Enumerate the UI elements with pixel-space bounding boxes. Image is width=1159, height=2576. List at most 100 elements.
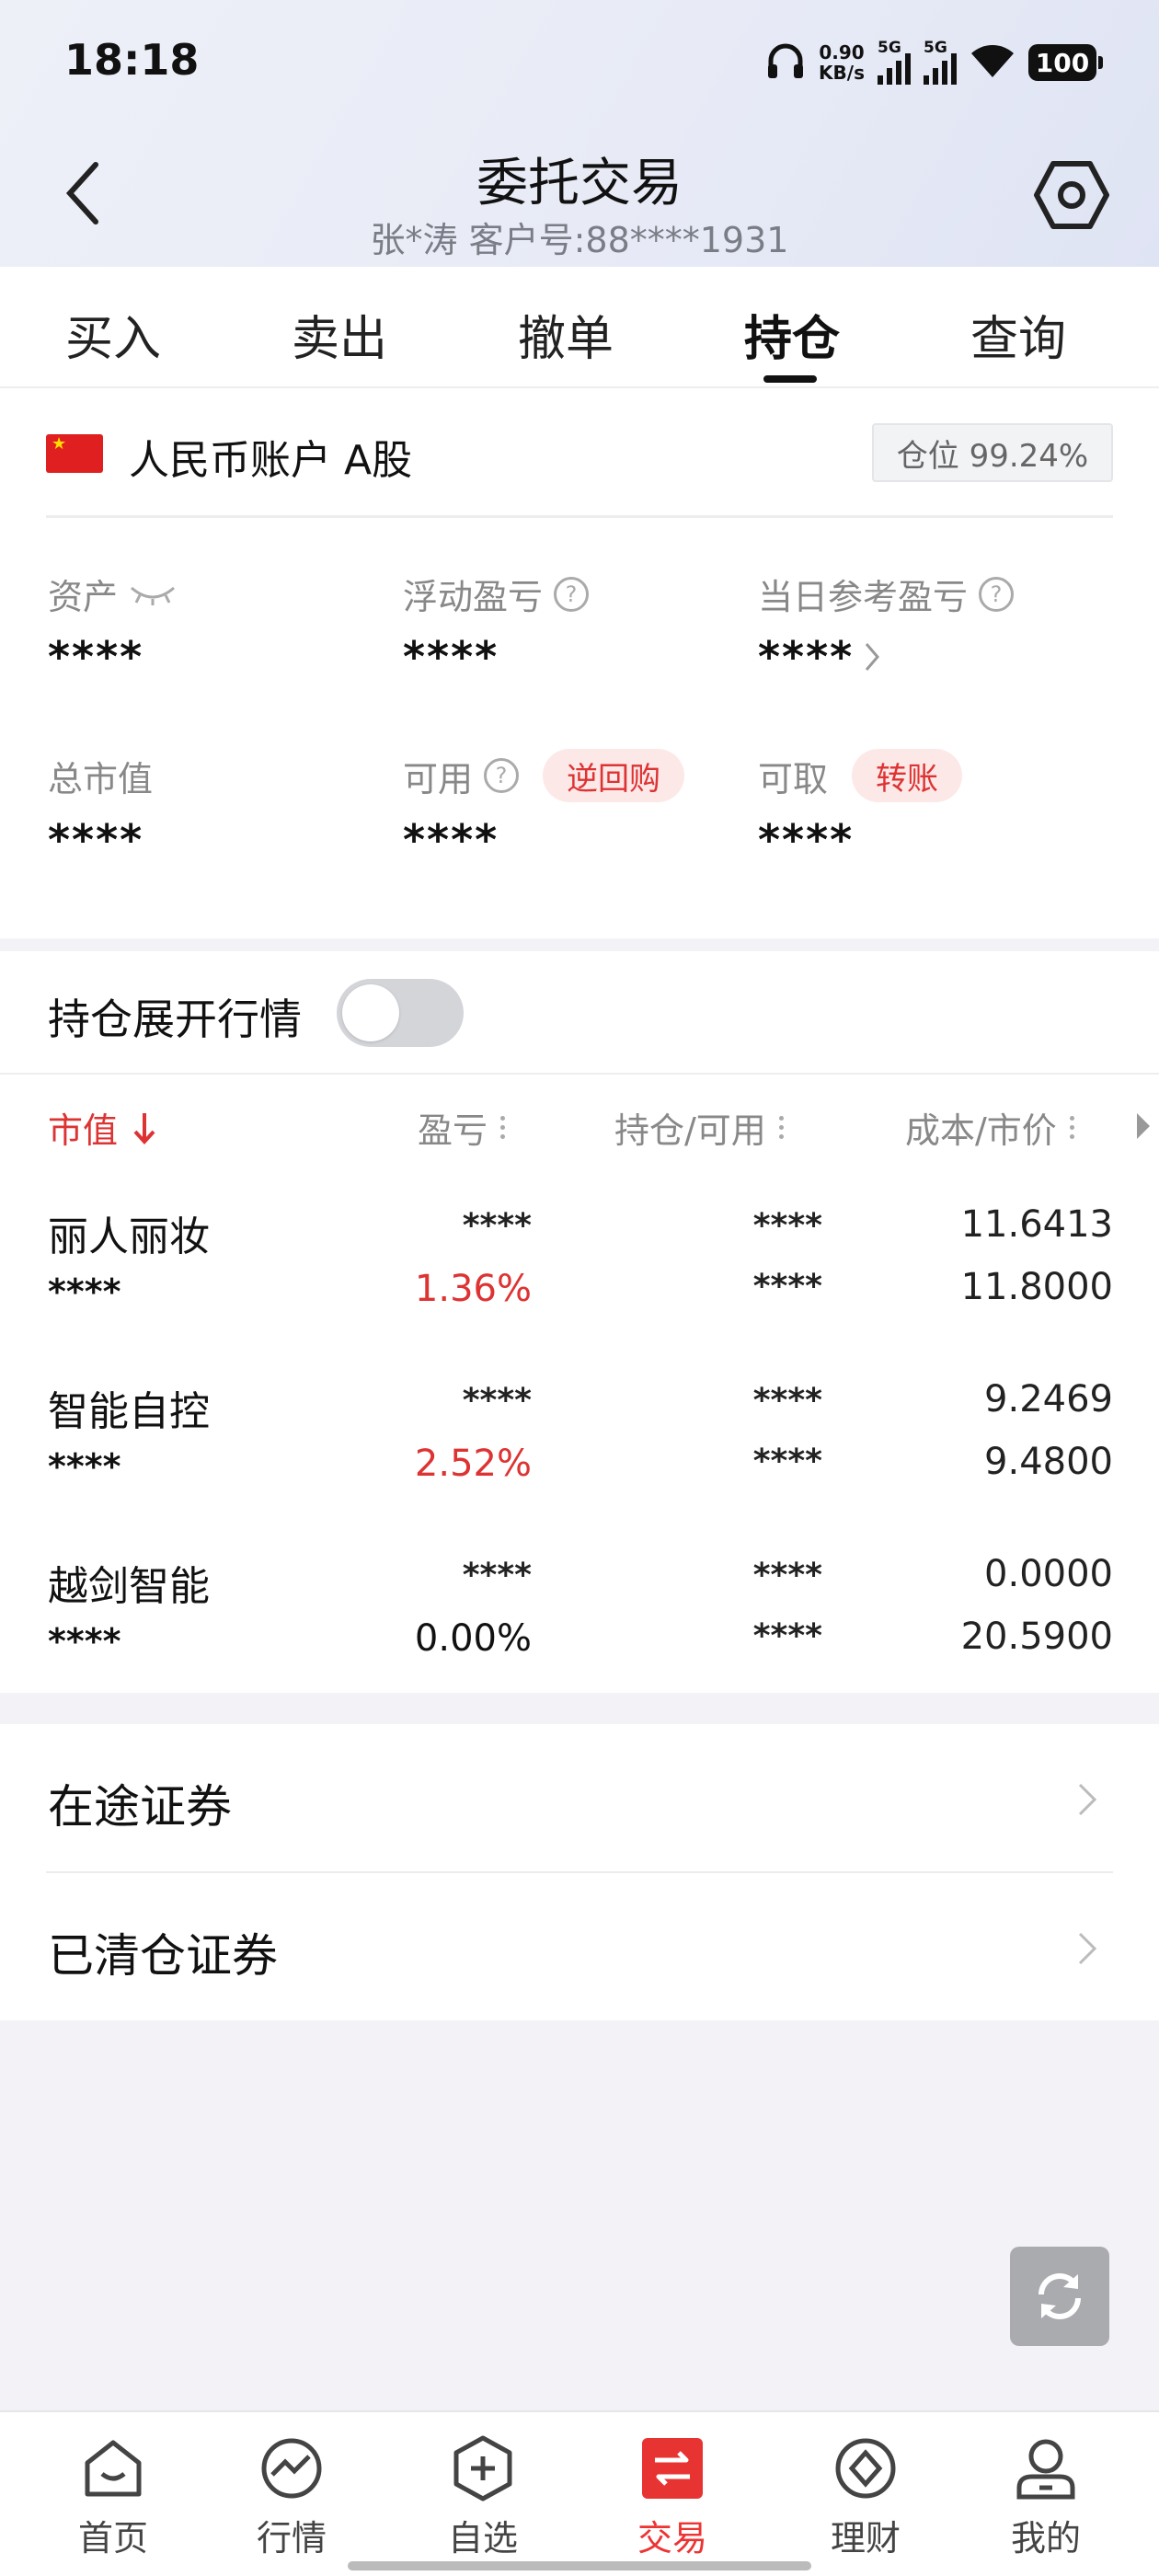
position-badge: 仓位 99.24%	[872, 423, 1113, 482]
position-value: ****	[752, 1557, 822, 1594]
toggle-knob	[342, 984, 399, 1041]
tab-query[interactable]: 查询	[935, 300, 1101, 369]
link-label: 在途证券	[48, 1780, 232, 1834]
header-pl: 盈亏	[418, 1110, 488, 1151]
chart-icon	[258, 2434, 326, 2502]
refresh-button[interactable]	[1010, 2247, 1109, 2346]
bottom-nav: 首页 行情 自选 交易 理财 我的	[0, 2410, 1159, 2576]
divider	[46, 515, 1113, 518]
table-row[interactable]: 越剑智能 **** **** 0.00% **** **** 0.0000 20…	[0, 1553, 1159, 1728]
sort-pl[interactable]: 盈亏	[418, 1102, 506, 1153]
tab-cancel[interactable]: 撤单	[483, 300, 648, 369]
signal-icon-2: 5G	[924, 39, 957, 85]
cleared-securities-link[interactable]: 已清仓证券	[46, 1873, 1113, 2020]
account-title: 人民币账户 A股	[129, 437, 413, 484]
assets-label: 资产	[48, 577, 119, 617]
tab-sell[interactable]: 卖出	[257, 300, 422, 369]
floating-pl-label: 浮动盈亏	[403, 577, 544, 617]
assets-value: ****	[48, 632, 144, 682]
table-row[interactable]: 智能自控 **** **** 2.52% **** **** 9.2469 9.…	[0, 1378, 1159, 1553]
speed-value: 0.90	[819, 41, 865, 63]
stock-name: 丽人丽妆	[48, 1213, 210, 1260]
available-cell: 可用 ? 逆回购 ****	[403, 749, 685, 865]
home-indicator[interactable]	[348, 2561, 811, 2570]
sort-cost-price[interactable]: 成本/市价	[905, 1102, 1074, 1153]
pl-percent: 0.00%	[414, 1617, 532, 1660]
floating-pl-cell: 浮动盈亏 ? ****	[403, 569, 590, 682]
headphones-icon	[765, 40, 806, 85]
finance-icon	[832, 2434, 900, 2502]
sort-market-value[interactable]: 市值	[48, 1102, 158, 1153]
trade-tabs: 买入 卖出 撤单 持仓 查询	[0, 267, 1159, 388]
nav-profile[interactable]: 我的	[977, 2434, 1115, 2560]
expand-quotes-row: 持仓展开行情	[0, 951, 1159, 1075]
help-icon[interactable]: ?	[484, 758, 520, 793]
expand-quotes-toggle[interactable]	[337, 979, 464, 1047]
account-summary: ★ 人民币账户 A股 仓位 99.24% 资产 **** 浮动盈亏 ? ****…	[0, 388, 1159, 938]
table-row[interactable]: 丽人丽妆 **** **** 1.36% **** **** 11.6413 1…	[0, 1203, 1159, 1378]
sim2-label: 5G	[924, 39, 947, 57]
settings-hexagon-icon	[1034, 161, 1109, 229]
stock-amount: ****	[48, 1271, 121, 1312]
more-vert-icon	[500, 1116, 506, 1139]
nav-label: 我的	[1010, 2518, 1081, 2559]
withdrawable-value: ****	[758, 815, 855, 865]
customer-info: 张*涛 客户号:88****1931	[370, 220, 789, 260]
stock-name: 智能自控	[48, 1388, 210, 1435]
available-value: ****	[403, 815, 499, 865]
tab-buy[interactable]: 买入	[30, 300, 196, 369]
withdrawable-cell: 可取 转账 ****	[758, 749, 963, 865]
nav-market[interactable]: 行情	[223, 2434, 361, 2560]
refresh-icon	[1039, 2273, 1081, 2319]
expand-quotes-label: 持仓展开行情	[48, 995, 302, 1044]
today-pl-cell[interactable]: 当日参考盈亏 ? ****	[758, 569, 1015, 682]
nav-label: 理财	[830, 2518, 901, 2559]
position-value: ****	[752, 1382, 822, 1420]
holdings-table: 市值 盈亏 持仓/可用 成本/市价 丽人丽妆 **** **** 1.36% *…	[0, 1075, 1159, 1693]
nav-trade[interactable]: 交易	[603, 2434, 741, 2560]
page-title: 委托交易	[476, 154, 683, 213]
header-market-value: 市值	[48, 1110, 119, 1151]
header-position: 持仓/可用	[614, 1110, 766, 1151]
in-transit-securities-link[interactable]: 在途证券	[46, 1724, 1113, 1871]
nav-watchlist[interactable]: 自选	[414, 2434, 552, 2560]
active-tab-indicator	[763, 375, 817, 383]
help-icon[interactable]: ?	[979, 576, 1015, 612]
status-bar: 18:18 0.90 KB/s 5G 5G 100	[0, 0, 1159, 124]
nav-label: 自选	[447, 2518, 518, 2559]
nav-home[interactable]: 首页	[44, 2434, 182, 2560]
withdrawable-label: 可取	[758, 758, 829, 799]
tab-holdings[interactable]: 持仓	[709, 300, 875, 369]
add-hexagon-icon	[449, 2434, 517, 2502]
price-value: 20.5900	[960, 1616, 1113, 1658]
home-icon	[79, 2434, 147, 2502]
nav-finance[interactable]: 理财	[797, 2434, 935, 2560]
sort-position[interactable]: 持仓/可用	[614, 1102, 784, 1153]
profile-icon	[1012, 2434, 1080, 2502]
price-value: 9.4800	[984, 1441, 1113, 1483]
pl-percent: 2.52%	[414, 1443, 532, 1485]
battery-icon: 100	[1028, 44, 1103, 81]
china-flag-icon: ★	[46, 434, 103, 473]
reverse-repo-button[interactable]: 逆回购	[543, 749, 685, 802]
assets-cell: 资产 ****	[48, 569, 177, 682]
eye-closed-icon[interactable]	[129, 574, 177, 615]
stock-name: 越剑智能	[48, 1563, 210, 1610]
sim1-label: 5G	[878, 39, 901, 57]
wifi-icon	[970, 42, 1016, 83]
market-value-cell: 总市值 ****	[48, 749, 153, 866]
help-icon[interactable]: ?	[554, 576, 590, 612]
nav-label: 交易	[637, 2518, 707, 2559]
arrow-down-icon	[133, 1112, 155, 1144]
transfer-button[interactable]: 转账	[852, 749, 963, 802]
nav-label: 首页	[77, 2518, 148, 2559]
settings-button[interactable]	[1030, 156, 1113, 234]
pl-value: ****	[462, 1557, 532, 1594]
pl-value: ****	[462, 1382, 532, 1420]
cost-value: 0.0000	[984, 1553, 1113, 1595]
price-value: 11.8000	[960, 1266, 1113, 1308]
scroll-right-icon[interactable]	[1135, 1111, 1152, 1141]
more-vert-icon	[1069, 1116, 1074, 1139]
chevron-right-icon	[866, 643, 880, 671]
cost-value: 11.6413	[960, 1203, 1113, 1246]
